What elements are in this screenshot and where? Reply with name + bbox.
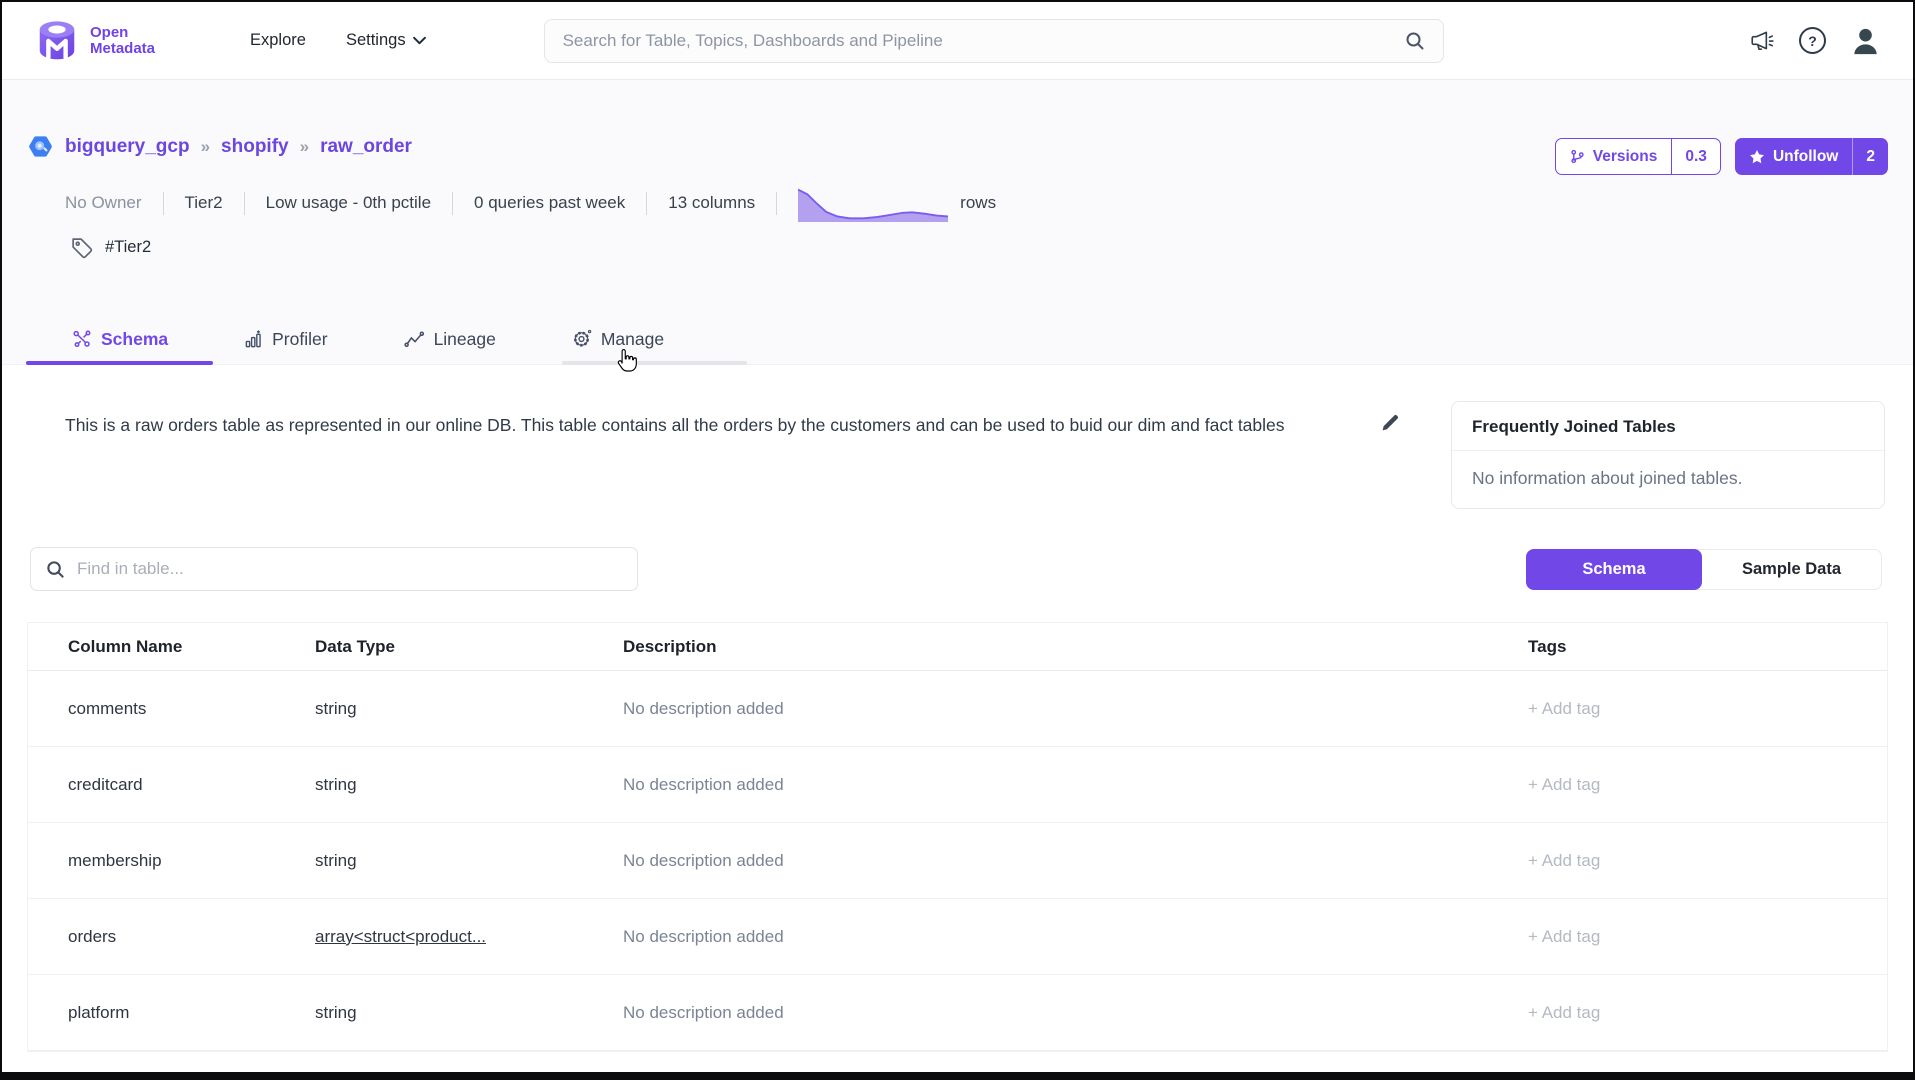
mouse-cursor-icon: [616, 348, 637, 373]
nav-explore[interactable]: Explore: [250, 31, 306, 50]
edit-description-button[interactable]: [1380, 413, 1400, 433]
help-icon[interactable]: ?: [1799, 27, 1826, 54]
chevron-down-icon: [413, 36, 426, 45]
column-name: orders: [28, 927, 275, 947]
column-name: membership: [28, 851, 275, 871]
logo-wordmark: Open Metadata: [90, 25, 155, 57]
add-tag-button[interactable]: + Add tag: [1503, 927, 1887, 947]
breadcrumb-separator: »: [300, 137, 309, 157]
frequently-joined-tables-card: Frequently Joined Tables No information …: [1451, 401, 1885, 509]
column-type: string: [275, 1003, 583, 1023]
usage-stat: Low usage - 0th pctile: [266, 193, 431, 213]
branch-icon: [1570, 149, 1585, 164]
queries-stat: 0 queries past week: [474, 193, 625, 213]
tab-profiler[interactable]: Profiler: [244, 329, 327, 350]
schema-icon: [72, 329, 92, 349]
breadcrumb-separator: »: [201, 137, 210, 157]
joined-tables-title: Frequently Joined Tables: [1452, 402, 1884, 451]
table-row: creditcard string No description added +…: [28, 747, 1887, 823]
column-name: platform: [28, 1003, 275, 1023]
table-meta-stats: No Owner Tier2 Low usage - 0th pctile 0 …: [65, 184, 996, 222]
column-type-link[interactable]: array<struct<product...: [275, 927, 583, 947]
column-description[interactable]: No description added: [583, 699, 1503, 719]
breadcrumb: bigquery_gcp » shopify » raw_order: [27, 133, 412, 160]
header-data-type: Data Type: [275, 637, 583, 657]
breadcrumb-table[interactable]: raw_order: [320, 136, 412, 158]
column-type: string: [275, 775, 583, 795]
breadcrumb-service[interactable]: bigquery_gcp: [65, 136, 190, 158]
column-type: string: [275, 699, 583, 719]
owner-stat: No Owner: [65, 193, 142, 213]
column-name: creditcard: [28, 775, 275, 795]
column-description[interactable]: No description added: [583, 775, 1503, 795]
find-in-table-box[interactable]: [30, 547, 638, 591]
bigquery-icon: [27, 133, 54, 160]
tag-icon: [70, 236, 93, 259]
table-row: platform string No description added + A…: [28, 975, 1887, 1051]
tab-schema[interactable]: Schema: [72, 329, 168, 350]
top-navbar: Open Metadata Explore Settings: [2, 2, 1913, 80]
table-header-row: Column Name Data Type Description Tags: [28, 623, 1887, 671]
entity-tabs: Schema Profiler Lineage: [2, 314, 1913, 365]
header-description: Description: [583, 637, 1503, 657]
toggle-schema-button[interactable]: Schema: [1526, 549, 1702, 590]
star-icon: [1749, 149, 1765, 165]
header-column-name: Column Name: [28, 637, 275, 657]
column-description[interactable]: No description added: [583, 1003, 1503, 1023]
column-description[interactable]: No description added: [583, 851, 1503, 871]
tab-lineage[interactable]: Lineage: [404, 329, 496, 350]
search-icon: [46, 560, 65, 579]
nav-settings[interactable]: Settings: [346, 31, 426, 50]
openmetadata-logo[interactable]: Open Metadata: [34, 18, 202, 64]
add-tag-button[interactable]: + Add tag: [1503, 699, 1887, 719]
global-search-input[interactable]: [563, 31, 1405, 51]
joined-tables-empty-message: No information about joined tables.: [1452, 451, 1884, 508]
versions-label: Versions: [1593, 148, 1658, 166]
schema-tab-content: This is a raw orders table as represente…: [2, 365, 1913, 1072]
column-type: string: [275, 851, 583, 871]
schema-columns-table: Column Name Data Type Description Tags c…: [27, 622, 1888, 1052]
add-tag-button[interactable]: + Add tag: [1503, 775, 1887, 795]
user-avatar[interactable]: [1850, 25, 1881, 56]
table-row: membership string No description added +…: [28, 823, 1887, 899]
unfollow-button[interactable]: Unfollow 2: [1735, 138, 1888, 175]
header-tags: Tags: [1503, 637, 1887, 657]
followers-count: 2: [1853, 138, 1888, 175]
breadcrumb-database[interactable]: shopify: [221, 136, 289, 158]
announcement-icon[interactable]: [1749, 28, 1775, 54]
pencil-icon: [1380, 413, 1400, 433]
table-row: comments string No description added + A…: [28, 671, 1887, 747]
schema-sample-toggle: Schema Sample Data: [1526, 549, 1882, 590]
columns-stat: 13 columns: [668, 193, 755, 213]
column-name: comments: [28, 699, 275, 719]
global-search-box[interactable]: [544, 19, 1444, 63]
gear-icon: [572, 329, 592, 349]
versions-button[interactable]: Versions 0.3: [1555, 138, 1721, 175]
toggle-sample-data-button[interactable]: Sample Data: [1694, 549, 1882, 590]
profiler-icon: [244, 330, 263, 349]
add-tag-button[interactable]: + Add tag: [1503, 851, 1887, 871]
add-tag-button[interactable]: + Add tag: [1503, 1003, 1887, 1023]
openmetadata-logo-icon: [34, 18, 80, 64]
search-icon[interactable]: [1405, 31, 1425, 51]
column-description[interactable]: No description added: [583, 927, 1503, 947]
unfollow-label: Unfollow: [1773, 148, 1838, 166]
tier-stat: Tier2: [185, 193, 223, 213]
table-description: This is a raw orders table as represente…: [65, 409, 1365, 442]
tag-row: #Tier2: [70, 236, 151, 259]
version-number: 0.3: [1672, 139, 1720, 174]
rows-sparkline: [798, 185, 948, 222]
app-window: Open Metadata Explore Settings: [2, 2, 1913, 1072]
rows-stat-label: rows: [960, 193, 996, 213]
tab-manage[interactable]: Manage: [572, 329, 664, 350]
find-in-table-input[interactable]: [77, 559, 622, 579]
table-row: orders array<struct<product... No descri…: [28, 899, 1887, 975]
tier-tag[interactable]: #Tier2: [105, 238, 151, 257]
lineage-icon: [404, 331, 425, 348]
